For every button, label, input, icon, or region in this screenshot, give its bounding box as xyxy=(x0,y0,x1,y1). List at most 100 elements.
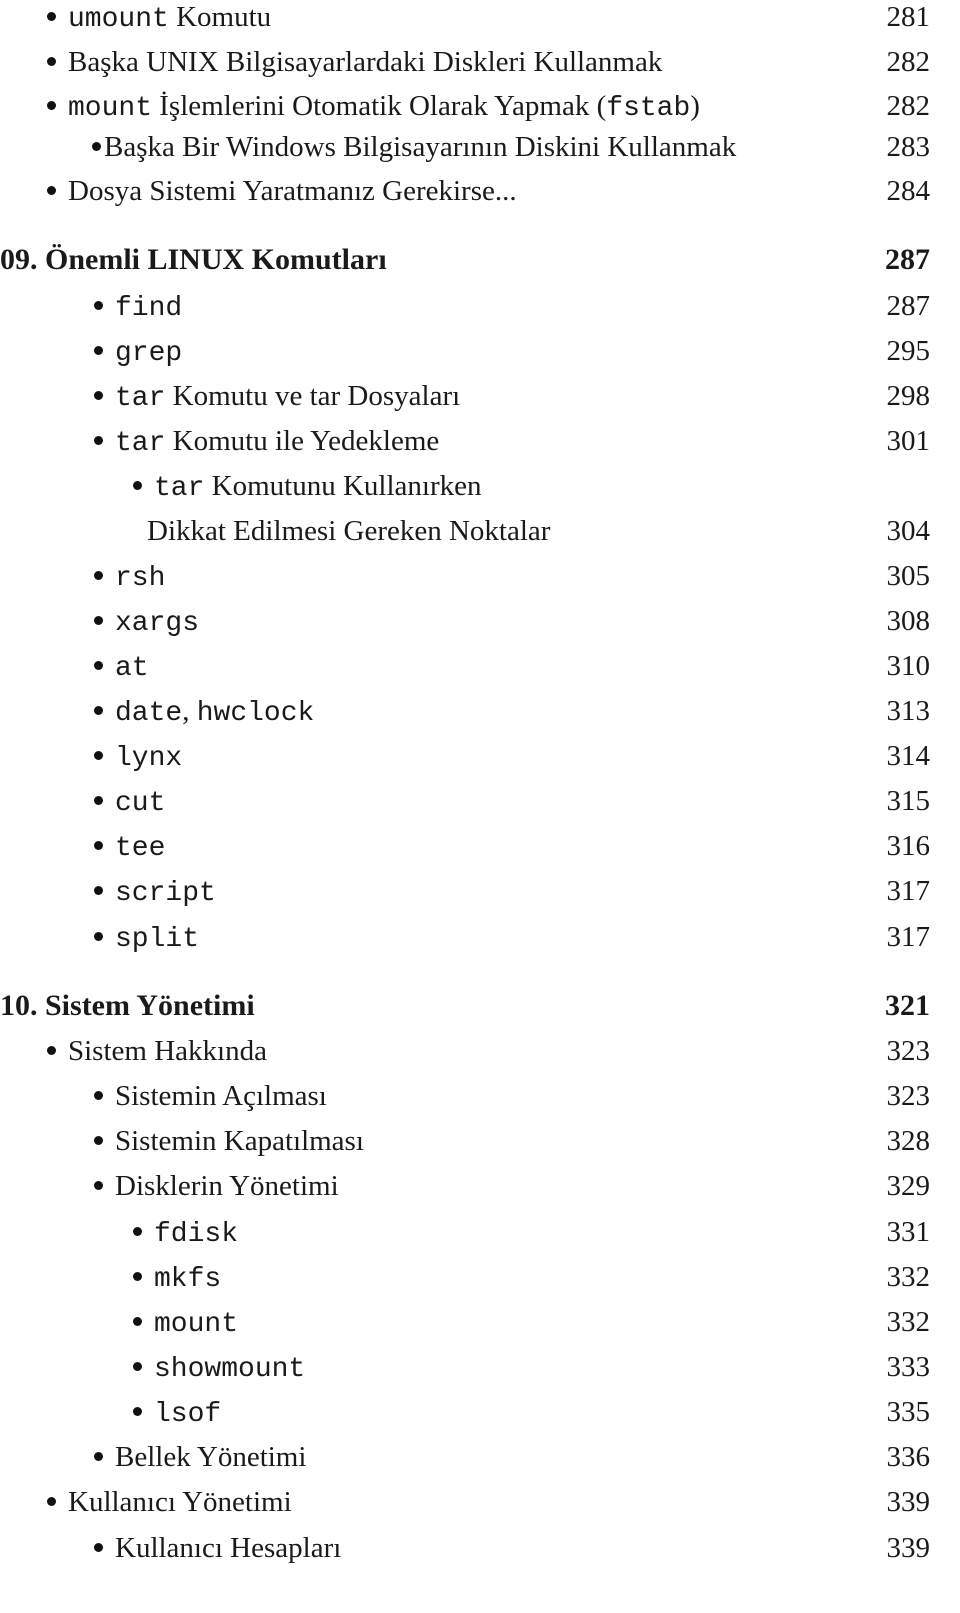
bullet-icon xyxy=(94,390,103,400)
toc-entry[interactable]: Sistem Hakkında 323 xyxy=(0,1029,960,1073)
page-number: 323 xyxy=(886,1080,931,1112)
toc-entry[interactable]: mount İşlemlerini Otomatik Olarak Yapmak… xyxy=(0,84,960,128)
bullet-icon xyxy=(94,300,103,310)
bullet-icon xyxy=(133,1406,142,1416)
bullet-icon xyxy=(47,185,56,195)
toc-entry[interactable]: Sistemin Kapatılması 328 xyxy=(0,1119,960,1163)
entry-code: grep xyxy=(115,338,183,369)
page-number: 301 xyxy=(886,425,931,457)
bullet-icon xyxy=(47,11,56,21)
toc-entry[interactable]: xargs 308 xyxy=(0,599,960,643)
entry-title: Dosya Sistemi Yaratmanız Gerekirse... xyxy=(68,175,517,207)
toc-entry[interactable]: rsh 305 xyxy=(0,554,960,598)
page-number: 317 xyxy=(886,875,931,907)
page-number: 281 xyxy=(886,1,931,33)
entry-code: showmount xyxy=(154,1354,306,1385)
toc-entry[interactable]: lynx 314 xyxy=(0,734,960,778)
entry-title: İşlemlerini Otomatik Olarak Yapmak ( xyxy=(152,90,607,122)
entry-title: Komutunu Kullanırken xyxy=(204,470,482,502)
toc-entry[interactable]: script 317 xyxy=(0,869,960,913)
bullet-icon xyxy=(94,570,103,580)
toc-entry[interactable]: Kullanıcı Hesapları 339 xyxy=(0,1526,960,1570)
page-number: 314 xyxy=(886,740,931,772)
bullet-icon xyxy=(94,795,103,805)
chapter-title: 10. Sistem Yönetimi xyxy=(0,989,255,1022)
entry-title: Kullanıcı Hesapları xyxy=(115,1532,342,1564)
toc-entry[interactable]: split 317 xyxy=(0,915,960,959)
entry-title: Başka UNIX Bilgisayarlardaki Diskleri Ku… xyxy=(68,46,663,78)
bullet-icon xyxy=(133,1271,142,1281)
entry-code: tar xyxy=(115,383,166,414)
toc-entry[interactable]: tee 316 xyxy=(0,824,960,868)
page-number: 282 xyxy=(886,46,931,78)
bullet-icon xyxy=(94,750,103,760)
page-number: 283 xyxy=(886,131,931,163)
toc-entry[interactable]: Başka Bir Windows Bilgisayarının Diskini… xyxy=(0,125,960,169)
toc-entry[interactable]: find 287 xyxy=(0,284,960,328)
page-number: 315 xyxy=(886,785,931,817)
page-number: 335 xyxy=(886,1396,931,1428)
chapter-title: 09. Önemli LINUX Komutları xyxy=(0,243,387,276)
entry-code: at xyxy=(115,653,149,684)
page-number: 328 xyxy=(886,1125,931,1157)
entry-title: , xyxy=(182,695,197,727)
page-number: 282 xyxy=(886,90,931,122)
page-number: 287 xyxy=(885,243,930,276)
entry-code: fdisk xyxy=(154,1219,239,1250)
bullet-icon xyxy=(94,705,103,715)
entry-code: find xyxy=(115,293,183,324)
toc-entry[interactable]: fdisk 331 xyxy=(0,1210,960,1254)
entry-title: Başka Bir Windows Bilgisayarının Diskini… xyxy=(104,131,737,163)
entry-title: Dikkat Edilmesi Gereken Noktalar xyxy=(147,515,551,547)
toc-entry[interactable]: tar Komutunu Kullanırken xyxy=(0,464,960,508)
toc-entry[interactable]: Bellek Yönetimi 336 xyxy=(0,1435,960,1479)
toc-entry[interactable]: Dosya Sistemi Yaratmanız Gerekirse... 28… xyxy=(0,169,960,213)
chapter-heading[interactable]: 09. Önemli LINUX Komutları 287 xyxy=(0,238,960,282)
bullet-icon xyxy=(133,1361,142,1371)
entry-code: lynx xyxy=(115,743,183,774)
chapter-heading[interactable]: 10. Sistem Yönetimi 321 xyxy=(0,984,960,1028)
toc-entry[interactable]: at 310 xyxy=(0,644,960,688)
toc-entry[interactable]: tar Komutu ve tar Dosyaları 298 xyxy=(0,374,960,418)
entry-code: tee xyxy=(115,833,166,864)
entry-title: Komutu ve tar Dosyaları xyxy=(165,380,461,412)
entry-title: Komutu xyxy=(168,1,272,33)
bullet-icon xyxy=(94,1090,103,1100)
bullet-icon xyxy=(94,1542,103,1552)
toc-entry[interactable]: tar Komutu ile Yedekleme 301 xyxy=(0,419,960,463)
toc-entry[interactable]: Disklerin Yönetimi 329 xyxy=(0,1164,960,1208)
toc-entry[interactable]: mkfs 332 xyxy=(0,1255,960,1299)
toc-entry[interactable]: cut 315 xyxy=(0,779,960,823)
entry-code: date xyxy=(115,698,183,729)
bullet-icon xyxy=(92,141,101,151)
toc-entry[interactable]: Başka UNIX Bilgisayarlardaki Diskleri Ku… xyxy=(0,40,960,84)
toc-entry[interactable]: lsof 335 xyxy=(0,1390,960,1434)
entry-title: ) xyxy=(690,90,700,122)
bullet-icon xyxy=(133,480,142,490)
page-number: 284 xyxy=(886,175,931,207)
toc-entry-continuation[interactable]: Dikkat Edilmesi Gereken Noktalar 304 xyxy=(0,509,960,553)
page-number: 332 xyxy=(886,1261,931,1293)
page-number: 329 xyxy=(886,1170,931,1202)
toc-entry[interactable]: showmount 333 xyxy=(0,1345,960,1389)
toc-entry[interactable]: mount 332 xyxy=(0,1300,960,1344)
entry-code: xargs xyxy=(115,608,200,639)
toc-entry[interactable]: date, hwclock 313 xyxy=(0,689,960,733)
bullet-icon xyxy=(133,1226,142,1236)
toc-entry[interactable]: umount Komutu 281 xyxy=(0,0,960,39)
entry-code: hwclock xyxy=(196,698,315,729)
entry-title: Kullanıcı Yönetimi xyxy=(68,1486,292,1518)
entry-code: mkfs xyxy=(154,1264,222,1295)
page-number: 323 xyxy=(886,1035,931,1067)
entry-code: rsh xyxy=(115,563,166,594)
entry-title: Bellek Yönetimi xyxy=(115,1441,307,1473)
entry-code: script xyxy=(115,878,216,909)
toc-entry[interactable]: grep 295 xyxy=(0,329,960,373)
entry-code: split xyxy=(115,924,200,955)
toc-entry[interactable]: Kullanıcı Yönetimi 339 xyxy=(0,1480,960,1524)
bullet-icon xyxy=(47,1045,56,1055)
page-number: 336 xyxy=(886,1441,931,1473)
bullet-icon xyxy=(94,931,103,941)
bullet-icon xyxy=(47,1496,56,1506)
toc-entry[interactable]: Sistemin Açılması 323 xyxy=(0,1074,960,1118)
